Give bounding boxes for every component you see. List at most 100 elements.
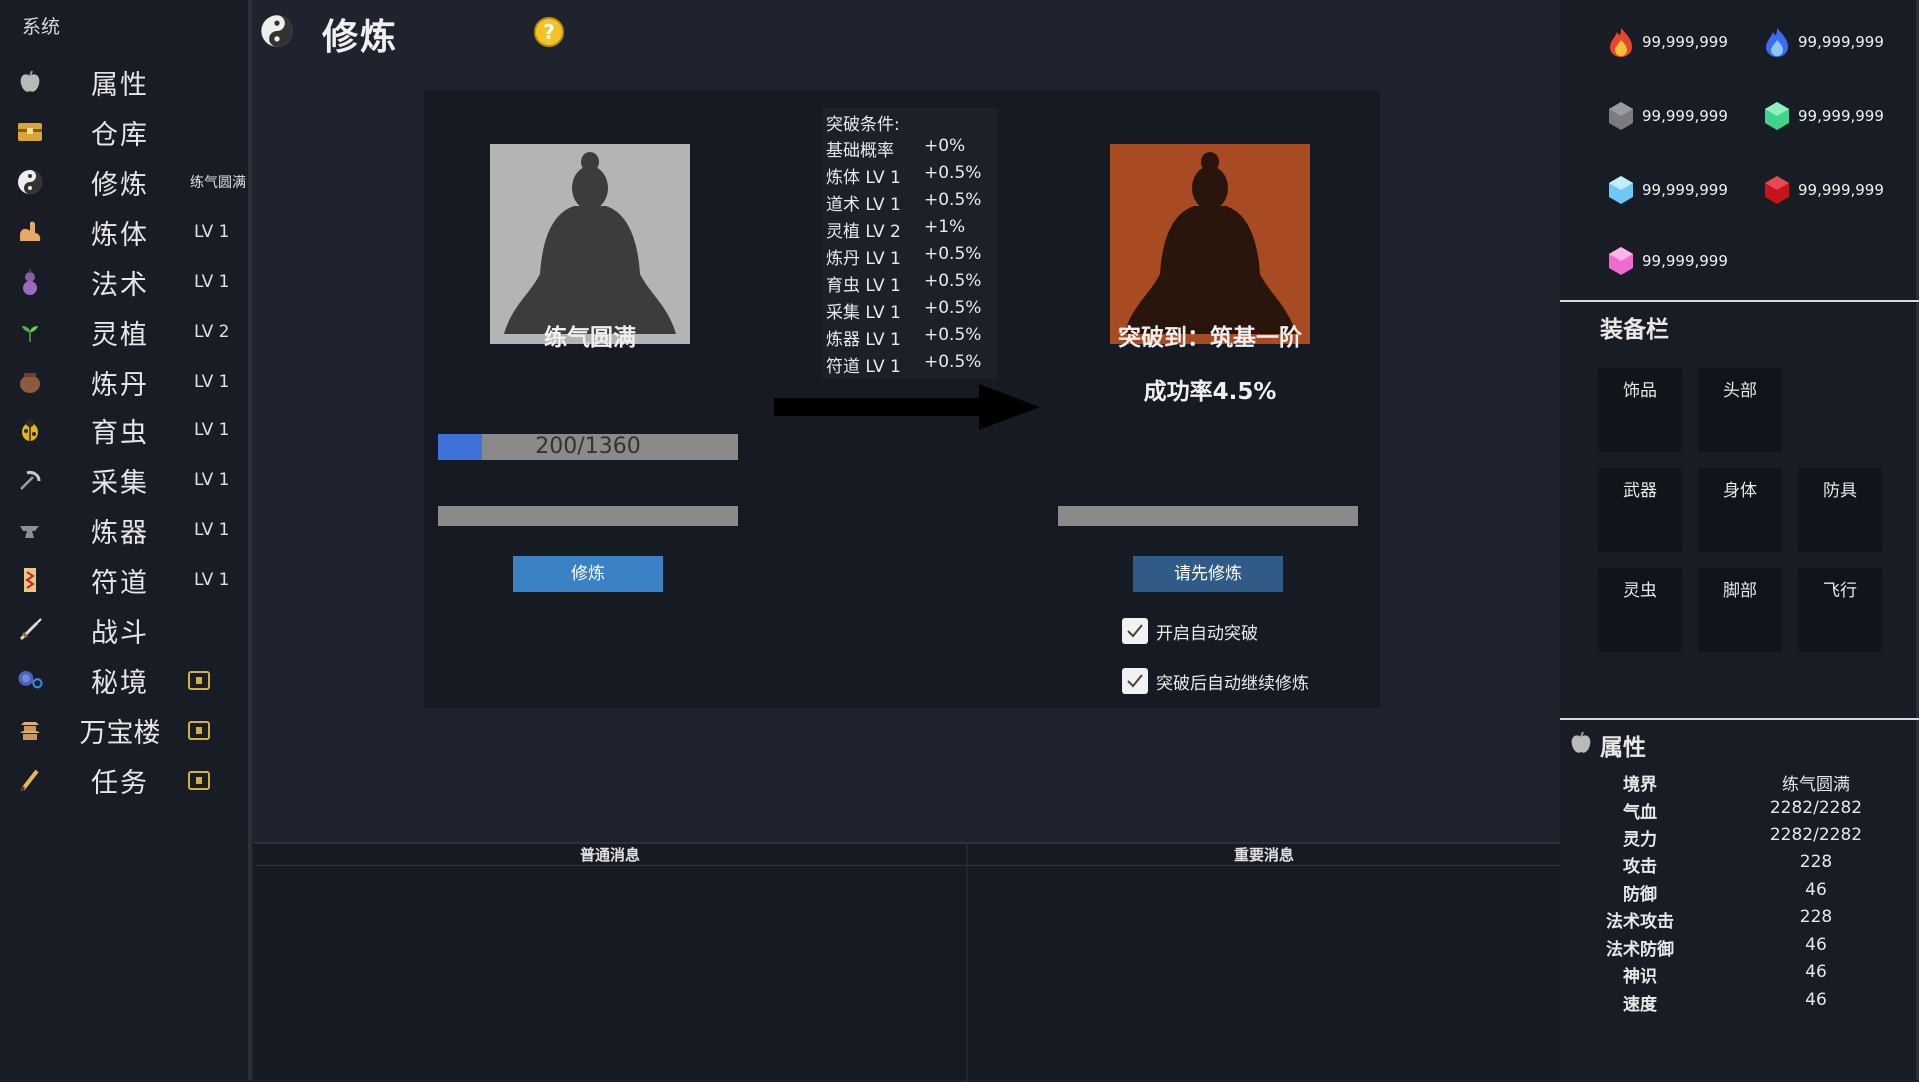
message-area: 普通消息 重要消息 [254,842,1560,1082]
condition-name: 炼体 LV 1 [826,168,901,188]
sidebar-item-label: 炼器 [91,517,149,549]
continue-after-breakthrough-toggle[interactable]: 突破后自动继续修炼 [1122,668,1309,694]
slot-label: 武器 [1623,481,1657,501]
breakthrough-target: 突破到：筑基一阶 [1118,325,1302,351]
attribute-value: 228 [1799,852,1833,872]
equip-slot-accessory[interactable]: 饰品 [1598,368,1682,452]
resource-gray-stone: 99,999,999 [1606,100,1728,132]
equip-slot-body[interactable]: 身体 [1698,468,1782,552]
attribute-row: 速度 46 [1560,990,1919,1016]
equip-slot-armor[interactable]: 防具 [1798,468,1882,552]
slot-label: 防具 [1823,481,1857,501]
condition-name: 炼丹 LV 1 [826,249,901,269]
slot-label: 身体 [1723,481,1757,501]
sidebar-item-label: 炼体 [91,219,149,251]
attribute-row: 法术防御 46 [1560,935,1919,961]
resource-value: 99,999,999 [1642,252,1728,270]
resource-value: 99,999,999 [1642,33,1728,51]
help-icon[interactable]: ? [534,17,564,47]
condition-row: 炼体 LV 1 +0.5% [826,163,996,188]
auto-breakthrough-label: 开启自动突破 [1156,623,1258,644]
level-badge: LV 1 [194,570,230,590]
sidebar-item-gathering[interactable]: 采集 LV 1 [0,458,248,502]
condition-value: +0.5% [924,325,982,345]
sidebar-item-label: 修炼 [91,169,149,201]
sidebar-item-warehouse[interactable]: 仓库 [0,110,248,154]
sidebar-item-spells[interactable]: 法术 LV 1 [0,260,248,304]
attribute-row: 防御 46 [1560,880,1919,906]
sidebar-item-label: 法术 [91,269,149,301]
secondary-progress-bar [438,506,738,526]
system-label[interactable]: 系统 [22,12,60,39]
level-badge: LV 1 [194,272,230,292]
level-badge: LV 1 [194,222,230,242]
equip-slot-flying[interactable]: 飞行 [1798,568,1882,652]
attribute-name: 神识 [1623,967,1657,987]
sidebar-nav: 系统 属性 仓库 修炼 练气圆满 炼体 LV 1 法术 LV 1 灵植 LV 2… [0,0,252,1080]
breakthrough-button[interactable]: 请先修炼 [1133,556,1283,592]
sidebar-item-battle[interactable]: 战斗 [0,608,248,652]
auto-breakthrough-checkbox[interactable] [1122,618,1148,644]
sidebar-item-label: 炼丹 [91,369,149,401]
equip-slot-feet[interactable]: 脚部 [1698,568,1782,652]
sidebar-item-body-refining[interactable]: 炼体 LV 1 [0,210,248,254]
attribute-row: 气血 2282/2282 [1560,798,1919,824]
success-rate: 成功率4.5% [1143,379,1277,405]
attribute-name: 速度 [1623,995,1657,1015]
sidebar-item-treasure-tower[interactable]: 万宝楼 [0,708,248,752]
condition-row: 符道 LV 1 +0.5% [826,352,996,377]
equip-slot-head[interactable]: 头部 [1698,368,1782,452]
sidebar-item-alchemy[interactable]: 炼丹 LV 1 [0,360,248,404]
sidebar-item-label: 战斗 [91,617,149,649]
cultivate-button[interactable]: 修炼 [513,556,663,592]
sidebar-item-spirit-plants[interactable]: 灵植 LV 2 [0,310,248,354]
attribute-row: 法术攻击 228 [1560,907,1919,933]
slot-label: 飞行 [1823,581,1857,601]
cultivation-panel: 练气圆满 200/1360 修炼 突破条件: 基础概率 +0% 炼体 LV 1 +0… [424,90,1380,708]
attribute-row: 灵力 2282/2282 [1560,825,1919,851]
cultivation-progress-bar: 200/1360 [438,434,738,460]
slot-label: 脚部 [1723,581,1757,601]
apple-icon [16,68,44,96]
page-header: 修炼 ? [252,0,1560,62]
sidebar-item-secret-realm[interactable]: 秘境 [0,658,248,702]
sidebar-item-insect-breeding[interactable]: 育虫 LV 1 [0,408,248,452]
attribute-name: 法术防御 [1606,940,1674,960]
normal-messages-panel[interactable]: 普通消息 [254,844,966,1082]
sidebar-item-talisman[interactable]: 符道 LV 1 [0,558,248,602]
continue-after-checkbox[interactable] [1122,668,1148,694]
condition-name: 采集 LV 1 [826,303,901,323]
breakthrough-conditions: 突破条件: 基础概率 +0% 炼体 LV 1 +0.5% 道术 LV 1 +0.5% … [822,108,998,378]
slot-label: 灵虫 [1623,581,1657,601]
yin-yang-icon [16,168,44,196]
attribute-name: 境界 [1623,775,1657,795]
sword-icon [16,616,44,644]
important-messages-panel[interactable]: 重要消息 [968,844,1560,1082]
apple-icon [1568,730,1594,760]
sidebar-item-artifact-refining[interactable]: 炼器 LV 1 [0,508,248,552]
sidebar-item-label: 任务 [91,767,149,799]
attribute-name: 气血 [1623,803,1657,823]
equip-slot-weapon[interactable]: 武器 [1598,468,1682,552]
resource-value: 99,999,999 [1798,107,1884,125]
sidebar-item-attributes[interactable]: 属性 [0,60,248,104]
attribute-row: 境界 练气圆满 [1560,770,1919,796]
sidebar-item-label: 属性 [91,69,149,101]
auto-breakthrough-toggle[interactable]: 开启自动突破 [1122,618,1258,644]
condition-name: 育虫 LV 1 [826,276,901,296]
attribute-value: 46 [1805,935,1827,955]
sidebar-item-label: 符道 [91,567,149,599]
equip-slot-spirit-insect[interactable]: 灵虫 [1598,568,1682,652]
red-flame-icon [1610,28,1632,57]
resource-blue-flame: 99,999,999 [1762,26,1884,58]
condition-value: +0.5% [924,352,982,372]
progress-text: 200/1360 [535,434,641,459]
gray-stone-icon [1609,102,1633,130]
level-badge: LV 1 [194,420,230,440]
level-badge: LV 1 [194,470,230,490]
resource-pink-gem: 99,999,999 [1606,245,1728,277]
condition-row: 炼器 LV 1 +0.5% [826,325,996,350]
sidebar-item-tasks[interactable]: 任务 [0,758,248,802]
sidebar-item-cultivation[interactable]: 修炼 练气圆满 [0,160,248,204]
resource-red-gem: 99,999,999 [1762,174,1884,206]
